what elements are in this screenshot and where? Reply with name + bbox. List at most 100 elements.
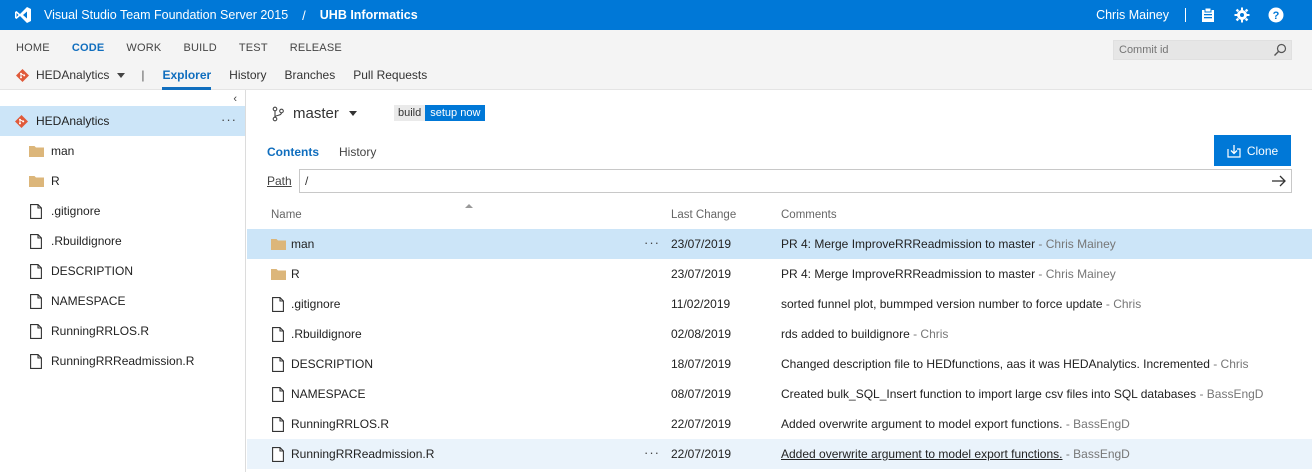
commit-author: - Chris Mainey <box>1035 267 1116 281</box>
last-change-date: 08/07/2019 <box>671 387 732 401</box>
hub-home[interactable]: HOME <box>16 42 50 54</box>
code-sub-nav: HEDAnalytics | Explorer History Branches… <box>16 66 445 90</box>
file-name-link[interactable]: .Rbuildignore <box>291 327 362 341</box>
git-repo-icon <box>16 68 29 82</box>
file-name-link[interactable]: R <box>291 267 300 281</box>
repository-dropdown[interactable]: HEDAnalytics <box>16 68 126 82</box>
clone-button[interactable]: Clone <box>1214 135 1291 166</box>
divider <box>1185 8 1186 22</box>
tree-item[interactable]: RunningRRLOS.R <box>0 316 245 346</box>
project-name[interactable]: UHB Informatics <box>320 8 418 22</box>
file-icon <box>270 416 286 432</box>
tab-branches[interactable]: Branches <box>285 68 336 82</box>
content-tabs: Contents History <box>267 145 396 159</box>
tree-item-label: R <box>51 174 60 188</box>
path-input[interactable] <box>300 170 1240 192</box>
last-change-date: 22/07/2019 <box>671 447 732 461</box>
tab-content-history[interactable]: History <box>339 145 376 159</box>
table-row[interactable]: RunningRRLOS.R 22/07/2019 Added overwrite … <box>247 409 1312 439</box>
table-row[interactable]: .gitignore 11/02/2019 sorted funnel plot, … <box>247 289 1312 319</box>
commit-message-link[interactable]: Added overwrite argument to model export… <box>781 447 1062 461</box>
tree-item[interactable]: NAMESPACE <box>0 286 245 316</box>
file-icon <box>28 233 44 249</box>
search-icon[interactable] <box>1273 43 1287 57</box>
tab-contents[interactable]: Contents <box>267 145 319 159</box>
tree-root-label: HEDAnalytics <box>36 114 110 128</box>
commit-comment: Added overwrite argument to model export… <box>781 417 1130 431</box>
hub-release[interactable]: RELEASE <box>290 42 342 54</box>
file-name-link[interactable]: NAMESPACE <box>291 387 365 401</box>
file-name-link[interactable]: DESCRIPTION <box>291 357 373 371</box>
tree-item[interactable]: .Rbuildignore <box>0 226 245 256</box>
commit-author: - Chris <box>1102 297 1142 311</box>
build-badge[interactable]: build setup now <box>394 105 486 121</box>
hub-code[interactable]: CODE <box>72 42 105 54</box>
chevron-down-icon <box>117 72 126 78</box>
setup-build-link[interactable]: setup now <box>425 105 486 121</box>
commit-message-link[interactable]: PR 4: Merge ImproveRRReadmission to mast… <box>781 237 1035 251</box>
more-actions-icon[interactable]: ··· <box>644 235 660 250</box>
product-name[interactable]: Visual Studio Team Foundation Server 201… <box>44 8 288 22</box>
collapse-pane-icon[interactable]: ‹ <box>233 93 237 105</box>
tab-history[interactable]: History <box>229 68 266 82</box>
commit-message-link[interactable]: rds added to buildignore <box>781 327 910 341</box>
commit-id-input[interactable] <box>1114 41 1264 59</box>
branch-selector[interactable]: master <box>271 105 357 122</box>
more-actions-icon[interactable]: ··· <box>644 445 660 460</box>
commit-message-link[interactable]: PR 4: Merge ImproveRRReadmission to mast… <box>781 267 1035 281</box>
commit-message-link[interactable]: Created bulk_SQL_Insert function to impo… <box>781 387 1196 401</box>
commit-author: - Chris <box>1209 357 1249 371</box>
tree-item[interactable]: RunningRRReadmission.R <box>0 346 245 376</box>
hub-test[interactable]: TEST <box>239 42 268 54</box>
last-change-date: 23/07/2019 <box>671 237 732 251</box>
commit-author: - Chris Mainey <box>1035 237 1116 251</box>
tree-item-label: DESCRIPTION <box>51 264 134 278</box>
file-name-link[interactable]: .gitignore <box>291 297 340 311</box>
hub-build[interactable]: BUILD <box>183 42 216 54</box>
file-name-link[interactable]: RunningRRReadmission.R <box>291 447 434 461</box>
tree-item[interactable]: DESCRIPTION <box>0 256 245 286</box>
visual-studio-logo-icon[interactable] <box>14 6 32 24</box>
column-header-comments[interactable]: Comments <box>781 209 837 221</box>
commit-message-link[interactable]: Added overwrite argument to model export… <box>781 417 1062 431</box>
tab-pull-requests[interactable]: Pull Requests <box>353 68 427 82</box>
file-icon <box>270 356 286 372</box>
tree-item-label: RunningRRReadmission.R <box>51 354 195 368</box>
branch-name: master <box>293 105 339 122</box>
file-name-link[interactable]: man <box>291 237 314 251</box>
user-name[interactable]: Chris Mainey <box>1096 8 1169 22</box>
table-row[interactable]: DESCRIPTION 18/07/2019 Changed description… <box>247 349 1312 379</box>
more-actions-icon[interactable]: ··· <box>221 112 237 127</box>
table-row[interactable]: R 23/07/2019 PR 4: Merge ImproveRRReadmiss… <box>247 259 1312 289</box>
file-name-link[interactable]: RunningRRLOS.R <box>291 417 389 431</box>
breadcrumb-separator: / <box>302 7 306 23</box>
build-label: build <box>394 105 426 121</box>
table-row[interactable]: man ··· 23/07/2019 PR 4: Merge ImproveRRRea… <box>247 229 1312 259</box>
column-header-name[interactable]: Name <box>271 209 302 221</box>
tree-item[interactable]: R <box>0 166 245 196</box>
last-change-date: 23/07/2019 <box>671 267 732 281</box>
repository-name: HEDAnalytics <box>36 68 110 82</box>
clipboard-icon[interactable] <box>1200 7 1216 23</box>
gear-icon[interactable] <box>1234 7 1250 23</box>
tab-explorer[interactable]: Explorer <box>162 68 211 90</box>
tree-item-label: RunningRRLOS.R <box>51 324 150 338</box>
arrow-right-icon[interactable] <box>1271 174 1287 188</box>
file-icon <box>270 296 286 312</box>
column-header-last-change[interactable]: Last Change <box>671 209 736 221</box>
tree-item[interactable]: man <box>0 136 245 166</box>
tree-root-item[interactable]: HEDAnalytics ··· <box>0 106 245 136</box>
tree-item-label: NAMESPACE <box>51 294 126 308</box>
hub-work[interactable]: WORK <box>126 42 161 54</box>
table-row[interactable]: NAMESPACE 08/07/2019 Created bulk_SQL_Inse… <box>247 379 1312 409</box>
commit-message-link[interactable]: Changed description file to HEDfunctions… <box>781 357 1210 371</box>
hub-header: HOME CODE WORK BUILD TEST RELEASE HEDAna… <box>0 30 1312 90</box>
file-icon <box>270 326 286 342</box>
table-row[interactable]: .Rbuildignore 02/08/2019 rds added to buil… <box>247 319 1312 349</box>
tree-item[interactable]: .gitignore <box>0 196 245 226</box>
help-icon[interactable]: ? <box>1268 7 1284 23</box>
svg-text:?: ? <box>1273 10 1280 22</box>
file-icon <box>270 446 286 462</box>
commit-message-link[interactable]: sorted funnel plot, bummped version numb… <box>781 297 1103 311</box>
table-row[interactable]: RunningRRReadmission.R ··· 22/07/2019 Added… <box>247 439 1312 469</box>
